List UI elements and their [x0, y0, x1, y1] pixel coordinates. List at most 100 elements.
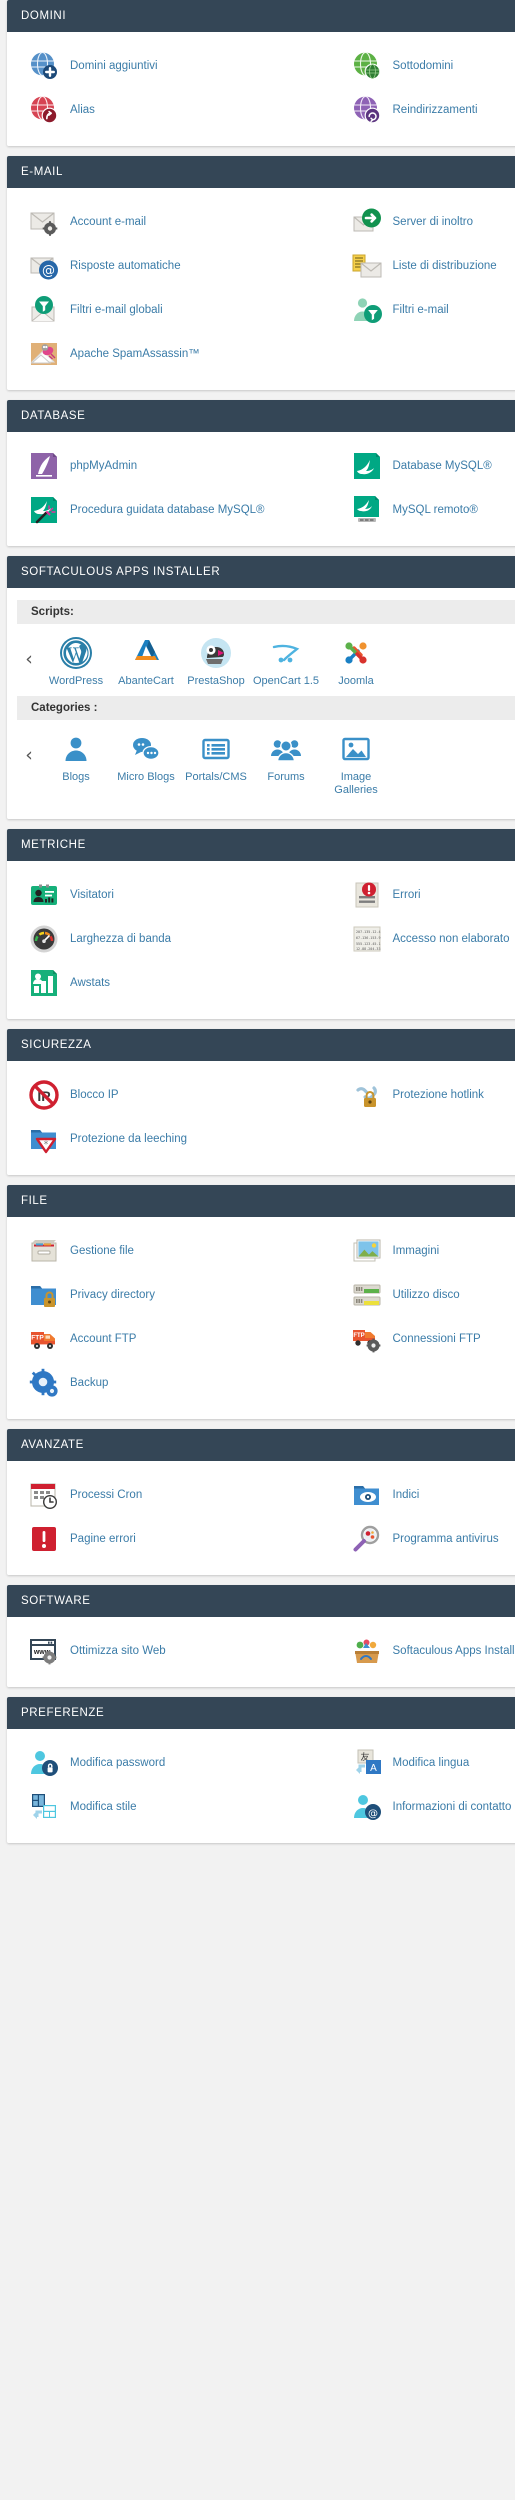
feature-link[interactable]: Backup	[7, 1361, 330, 1405]
panel-sicurezza: SICUREZZA IP Blocco IP Protezione hotlink * P…	[7, 1029, 515, 1175]
panel-body-email: Account e-mail Server di inoltro @ Risposte…	[7, 188, 515, 390]
feature-link[interactable]: @ Informazioni di contatto	[330, 1785, 515, 1829]
envelope-gear-icon	[29, 207, 59, 237]
feature-link[interactable]: IP Blocco IP	[7, 1073, 330, 1117]
folder-eye-icon	[352, 1480, 382, 1510]
panel-title-softaculous: SOFTACULOUS APPS INSTALLER	[7, 556, 515, 588]
feature-link[interactable]: Utilizzo disco	[330, 1273, 515, 1317]
feature-link[interactable]: Gestione file	[7, 1229, 330, 1273]
error-document-icon	[352, 880, 382, 910]
feature-link[interactable]: Awstats	[7, 961, 330, 1005]
feature-link[interactable]: 友 A Modifica lingua	[330, 1741, 515, 1785]
feature-link[interactable]: phpMyAdmin	[7, 444, 330, 488]
svg-text:@: @	[42, 264, 55, 279]
feature-link[interactable]: Server di inoltro	[330, 200, 515, 244]
feature-label: Risposte automatiche	[70, 259, 181, 272]
item-grid-preferenze: Modifica password 友 A Modifica lingua Modifi…	[7, 1741, 515, 1829]
scripts-carousel: ‹ WordPress AbanteCart PrestaShop OpenCart 1…	[17, 624, 515, 696]
carousel-item[interactable]: Blogs	[41, 730, 111, 784]
panel-body-sicurezza: IP Blocco IP Protezione hotlink * Protezione…	[7, 1061, 515, 1175]
feature-label: Immagini	[392, 1244, 440, 1257]
feature-label: Reindirizzamenti	[392, 103, 478, 116]
feature-link[interactable]: Liste di distribuzione	[330, 244, 515, 288]
panel-title-preferenze: PREFERENZE	[7, 1697, 515, 1729]
carousel-item[interactable]: Joomla	[321, 634, 391, 688]
carousel-item[interactable]: Image Galleries	[321, 730, 391, 797]
feature-label: Modifica stile	[70, 1800, 137, 1813]
feature-link[interactable]: www Ottimizza sito Web	[7, 1629, 330, 1673]
chevron-left-icon[interactable]: ‹	[17, 634, 41, 669]
envelope-forward-icon	[352, 207, 382, 237]
feature-label: Modifica password	[70, 1756, 166, 1769]
svg-text:FTP: FTP	[31, 1335, 44, 1342]
item-grid-sicurezza: IP Blocco IP Protezione hotlink * Protezione…	[7, 1073, 515, 1161]
feature-link[interactable]: Larghezza di banda	[7, 917, 330, 961]
feature-link[interactable]: Apache SpamAssassin™	[7, 332, 330, 376]
feature-label: Account e-mail	[70, 215, 147, 228]
feature-link[interactable]: MySQL remoto®	[330, 488, 515, 532]
mysql-dolphin-icon	[352, 451, 382, 481]
feature-label: Gestione file	[70, 1244, 134, 1257]
feature-link[interactable]: Programma antivirus	[330, 1517, 515, 1561]
feature-link[interactable]: Domini aggiuntivi	[7, 44, 330, 88]
feature-link[interactable]: Procedura guidata database MySQL®	[7, 488, 330, 532]
feature-link[interactable]: Modifica password	[7, 1741, 330, 1785]
feature-link[interactable]: FTP Account FTP	[7, 1317, 330, 1361]
carousel-item-label: Portals/CMS	[185, 771, 247, 783]
feature-link[interactable]: Privacy directory	[7, 1273, 330, 1317]
feature-label: Account FTP	[70, 1332, 137, 1345]
feature-link[interactable]: * Protezione da leeching	[7, 1117, 330, 1161]
feature-link[interactable]: Errori	[330, 873, 515, 917]
carousel-item-label: OpenCart 1.5	[252, 675, 320, 687]
carousel-item[interactable]: Portals/CMS	[181, 730, 251, 784]
categories-carousel: ‹ Blogs Micro Blogs Portals/CMS Forums Image …	[17, 720, 515, 805]
svg-text:A: A	[370, 1763, 377, 1774]
feature-link[interactable]: 207.135.12.4 67.136.153.9 555.123.45.1 12.8…	[330, 917, 515, 961]
feature-link[interactable]: Filtri e-mail globali	[7, 288, 330, 332]
carousel-item[interactable]: OpenCart 1.5	[251, 634, 321, 688]
carousel-item-label: PrestaShop	[187, 675, 245, 687]
carousel-item[interactable]: Forums	[251, 730, 321, 784]
feature-link[interactable]: Database MySQL®	[330, 444, 515, 488]
feature-link[interactable]: Pagine errori	[7, 1517, 330, 1561]
globe-purple-redirect-icon	[352, 95, 382, 125]
chevron-left-icon[interactable]: ‹	[17, 730, 41, 765]
feature-link[interactable]: FTP Connessioni FTP	[330, 1317, 515, 1361]
feature-link[interactable]: Immagini	[330, 1229, 515, 1273]
feature-link[interactable]: @ Risposte automatiche	[7, 244, 330, 288]
panel-title-email: E-MAIL	[7, 156, 515, 188]
panel-file: FILE Gestione file Immagini Privacy directo…	[7, 1185, 515, 1419]
feature-link[interactable]: Account e-mail	[7, 200, 330, 244]
carousel-item[interactable]: AbanteCart	[111, 634, 181, 688]
contact-info-icon: @	[352, 1792, 382, 1822]
feature-link[interactable]: Visitatori	[7, 873, 330, 917]
item-grid-email: Account e-mail Server di inoltro @ Risposte…	[7, 200, 515, 376]
visitor-badge-icon	[29, 880, 59, 910]
abantecart-icon	[111, 634, 181, 672]
panel-softaculous: SOFTACULOUS APPS INSTALLER Scripts: ‹ WordP…	[7, 556, 515, 819]
panel-body-domini: Domini aggiuntivi Sottodomini Alias Reindir…	[7, 32, 515, 146]
mysql-wizard-icon	[29, 495, 59, 525]
feature-link[interactable]: Filtri e-mail	[330, 288, 515, 332]
feature-label: Liste di distribuzione	[392, 259, 497, 272]
backup-gear-icon	[29, 1368, 59, 1398]
feature-link[interactable]: Alias	[7, 88, 330, 132]
joomla-icon	[321, 634, 391, 672]
feature-link[interactable]: Modifica stile	[7, 1785, 330, 1829]
feature-link[interactable]: Softaculous Apps Installer	[330, 1629, 515, 1673]
feature-link[interactable]: Reindirizzamenti	[330, 88, 515, 132]
item-grid-metriche: Visitatori Errori Larghezza di banda 207.13…	[7, 873, 515, 1005]
panel-title-avanzate: AVANZATE	[7, 1429, 515, 1461]
item-grid-file: Gestione file Immagini Privacy directory Ut…	[7, 1229, 515, 1405]
folder-lock-icon	[29, 1280, 59, 1310]
feature-link[interactable]: Sottodomini	[330, 44, 515, 88]
feature-link[interactable]: Indici	[330, 1473, 515, 1517]
panel-body-preferenze: Modifica password 友 A Modifica lingua Modifi…	[7, 1729, 515, 1843]
carousel-item[interactable]: PrestaShop	[181, 634, 251, 688]
svg-text:207.135.12.4: 207.135.12.4	[356, 930, 381, 934]
carousel-item[interactable]: Micro Blogs	[111, 730, 181, 784]
feature-link[interactable]: Processi Cron	[7, 1473, 330, 1517]
feature-link[interactable]: Protezione hotlink	[330, 1073, 515, 1117]
feature-label: Awstats	[70, 976, 111, 989]
carousel-item[interactable]: WordPress	[41, 634, 111, 688]
